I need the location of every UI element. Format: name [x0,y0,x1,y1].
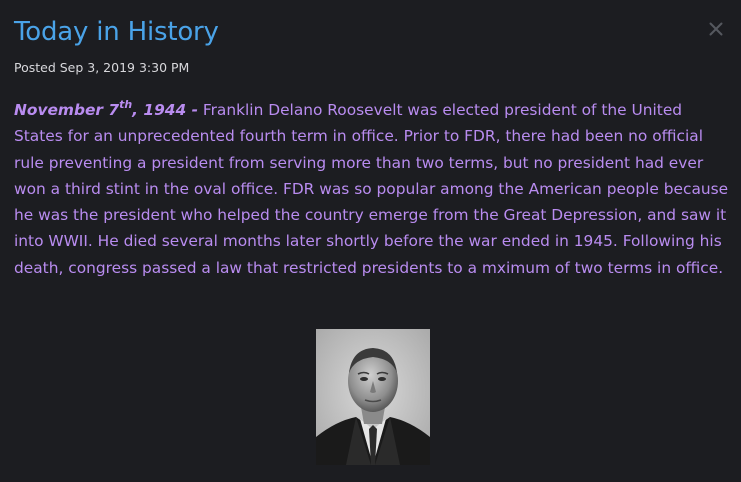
modal-title: Today in History [14,17,219,47]
close-icon [709,22,723,36]
close-button[interactable] [707,20,725,38]
today-in-history-modal: Today in History Posted Sep 3, 2019 3:30… [0,0,741,482]
portrait-photo [316,329,430,465]
article-date: November 7th, 1944 - [14,97,198,119]
posted-timestamp: Posted Sep 3, 2019 3:30 PM [14,60,190,75]
article-text: Franklin Delano Roosevelt was elected pr… [14,101,729,277]
article-date-year: , 1944 - [132,101,198,119]
article-body: November 7th, 1944 - Franklin Delano Roo… [14,97,729,281]
article-date-day: November 7 [14,101,120,119]
article-date-suffix: th [119,97,133,111]
